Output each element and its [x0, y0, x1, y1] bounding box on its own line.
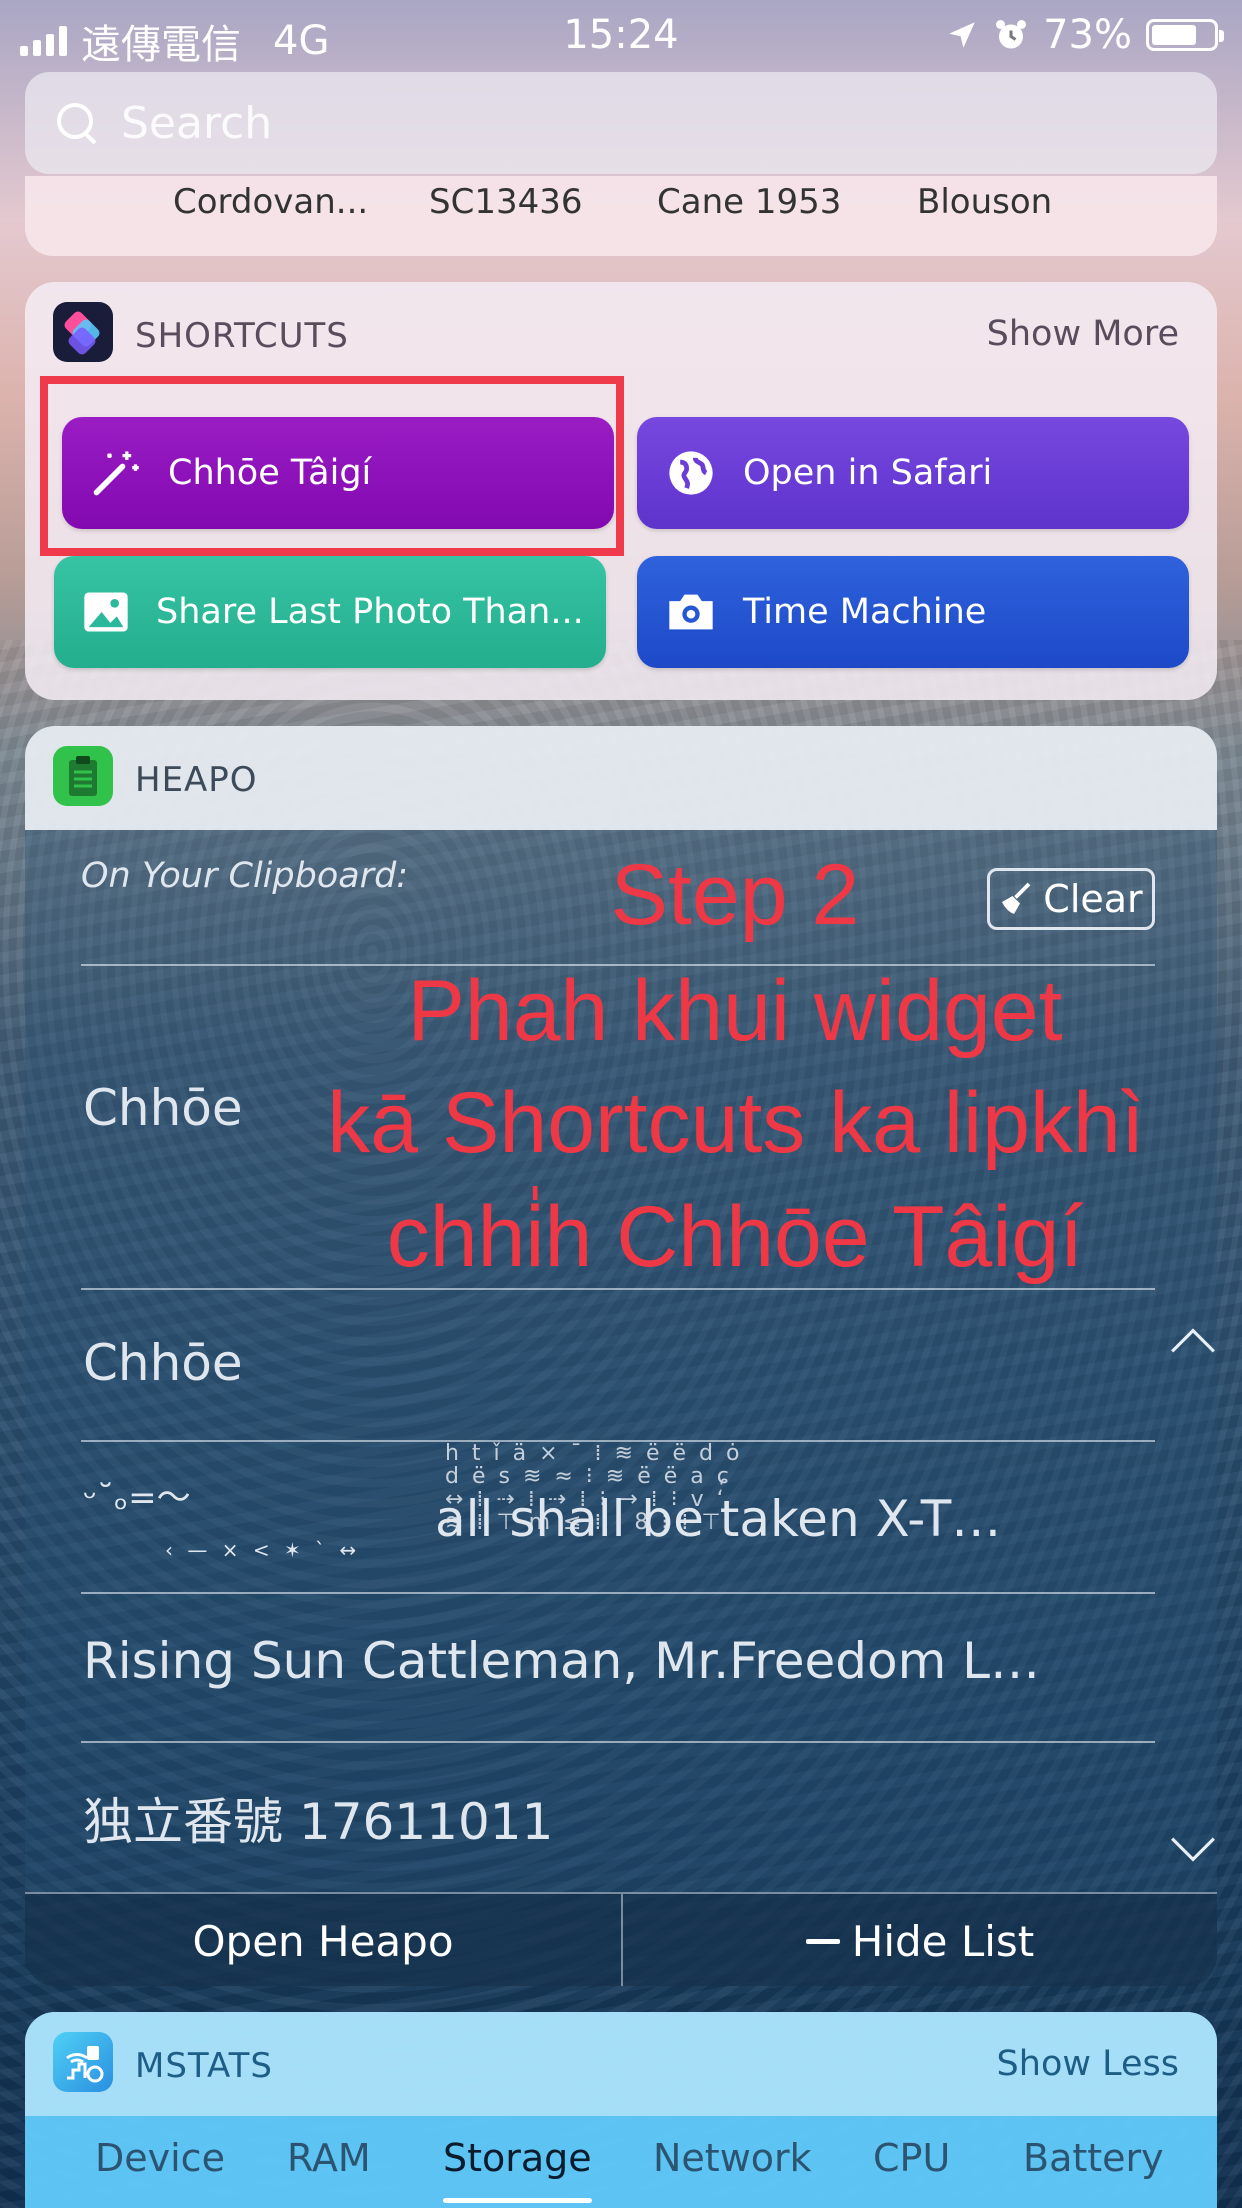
overlay-line: Phah khui widget	[407, 963, 1063, 1059]
shortcut-label: Open in Safari	[743, 453, 993, 493]
shortcut-share-last-photo-button[interactable]: Share Last Photo Than...	[54, 556, 606, 668]
tab-cpu[interactable]: CPU	[873, 2136, 950, 2180]
clipboard-current-text[interactable]: Chhōe	[83, 1079, 243, 1137]
previous-widget-item[interactable]: Blouson	[917, 182, 1052, 222]
search-bar[interactable]	[25, 72, 1217, 174]
globe-icon	[665, 447, 717, 499]
previous-widget-item[interactable]: Cane 1953	[657, 182, 841, 222]
history-item[interactable]: ᵕ˘ₒ=〜 ‹ — × < ✶ ˋ ↔ h t ǐ ä × ˉ ⁞ ≋ ë ë …	[25, 1442, 1165, 1592]
emoticon-text: ᵕ˘ₒ=〜	[83, 1478, 191, 1518]
heapo-header: HEAPO	[25, 726, 1217, 830]
history-item[interactable]: Rising Sun Cattleman, Mr.Freedom L…	[83, 1632, 1040, 1690]
tab-network[interactable]: Network	[653, 2136, 812, 2180]
overlay-line: chhi̍h Chhōe Tâigí	[386, 1189, 1084, 1285]
chevron-up-icon[interactable]	[1168, 1316, 1217, 1366]
mstats-title: MSTATS	[135, 2046, 274, 2086]
shortcut-time-machine-button[interactable]: Time Machine	[637, 556, 1189, 668]
open-heapo-label: Open Heapo	[192, 1916, 454, 1966]
show-less-button[interactable]: Show Less	[997, 2044, 1179, 2084]
overlay-step-title: Step 2	[610, 847, 860, 943]
chevron-down-icon[interactable]	[1168, 1824, 1217, 1874]
show-more-button[interactable]: Show More	[987, 314, 1179, 354]
ascii-art-text: ‹ — × < ✶ ˋ ↔	[165, 1538, 361, 1562]
previous-widget: Cordovan... SC13436 Cane 1953 Blouson	[25, 176, 1217, 256]
history-item-text: all shall be taken X-T…	[435, 1490, 1002, 1548]
shortcut-label: Time Machine	[743, 592, 987, 632]
highlight-box	[40, 376, 624, 556]
status-bar: 遠傳電信 4G 15:24 73%	[0, 0, 1242, 70]
search-icon	[55, 101, 99, 145]
shortcut-open-in-safari-button[interactable]: Open in Safari	[637, 417, 1189, 529]
search-input[interactable]	[119, 96, 1023, 150]
shortcuts-title: SHORTCUTS	[135, 316, 349, 356]
overlay-line: kā Shortcuts ka lipkhì	[327, 1075, 1145, 1171]
heapo-title: HEAPO	[135, 760, 258, 800]
divider	[81, 1592, 1155, 1594]
shortcuts-app-icon	[53, 302, 113, 362]
hide-list-button[interactable]: Hide List	[623, 1894, 1217, 1986]
mstats-header: MSTATS Show Less	[25, 2012, 1217, 2116]
battery-icon	[1146, 19, 1224, 51]
history-item[interactable]: 独立番號 17611011	[83, 1782, 553, 1854]
previous-widget-item[interactable]: Cordovan...	[173, 182, 368, 222]
tab-battery[interactable]: Battery	[1023, 2136, 1164, 2180]
location-arrow-icon	[949, 22, 975, 48]
divider	[81, 1288, 1155, 1290]
alarm-icon	[996, 20, 1027, 49]
battery-percent: 73%	[1043, 12, 1132, 58]
mstats-tabs: Device RAM Storage Network CPU Battery	[25, 2116, 1217, 2208]
minus-icon	[805, 1938, 840, 1944]
previous-widget-item[interactable]: SC13436	[429, 182, 582, 222]
shortcuts-header: SHORTCUTS Show More	[25, 282, 1217, 386]
mstats-app-icon	[53, 2032, 113, 2092]
divider	[81, 1741, 1155, 1743]
photo-icon	[80, 586, 132, 638]
shortcut-label: Share Last Photo Than...	[156, 592, 584, 632]
heapo-footer: Open Heapo Hide List	[25, 1892, 1217, 1986]
tab-ram[interactable]: RAM	[287, 2136, 371, 2180]
camera-icon	[665, 586, 717, 638]
history-item[interactable]: Chhōe	[83, 1334, 243, 1392]
tab-storage[interactable]: Storage	[443, 2136, 592, 2203]
tab-device[interactable]: Device	[95, 2136, 225, 2180]
mstats-widget: MSTATS Show Less Device RAM Storage Netw…	[25, 2012, 1217, 2208]
hide-list-label: Hide List	[851, 1916, 1035, 1966]
heapo-app-icon	[53, 746, 113, 806]
open-heapo-button[interactable]: Open Heapo	[25, 1894, 621, 1986]
